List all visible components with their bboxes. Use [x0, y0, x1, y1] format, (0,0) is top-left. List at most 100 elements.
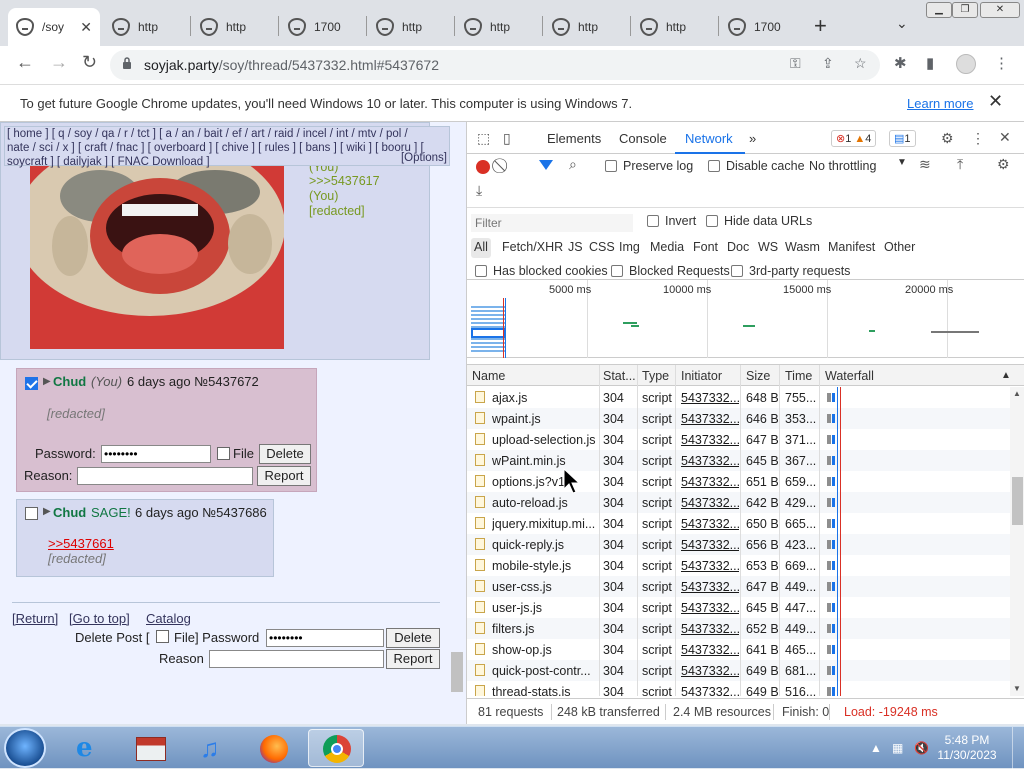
requests-scrollbar-thumb[interactable]: [1012, 477, 1023, 525]
delete-file-checkbox[interactable]: [156, 630, 169, 643]
col-time[interactable]: Time: [785, 369, 812, 383]
filter-funnel-icon[interactable]: [539, 160, 553, 170]
start-orb-icon[interactable]: [4, 728, 46, 768]
profile-avatar[interactable]: [956, 54, 976, 74]
tab-3[interactable]: http: [192, 8, 276, 46]
post-expand-arrow-icon[interactable]: ▶: [43, 376, 51, 387]
request-initiator[interactable]: 5437332...: [681, 601, 739, 615]
export-har-icon[interactable]: ⤓: [476, 182, 482, 199]
request-row[interactable]: quick-reply.js 304 script 5437332... 656 B 42…: [467, 534, 1010, 555]
col-status[interactable]: Stat...: [603, 369, 636, 383]
close-devtools-icon[interactable]: ✕: [999, 129, 1011, 146]
op-image[interactable]: [30, 166, 284, 349]
page-scrollbar-thumb[interactable]: [451, 652, 463, 692]
show-desktop-button[interactable]: [1012, 727, 1024, 769]
sort-up-icon[interactable]: ▲: [1001, 370, 1011, 381]
request-row[interactable]: filters.js 304 script 5437332... 652 B 449...: [467, 618, 1010, 639]
tab-7[interactable]: http: [544, 8, 628, 46]
request-row[interactable]: quick-post-contr... 304 script 5437332... 64…: [467, 660, 1010, 681]
type-js[interactable]: JS: [568, 240, 583, 254]
tab-9[interactable]: 1700: [720, 8, 804, 46]
request-row[interactable]: user-css.js 304 script 5437332... 647 B 449..…: [467, 576, 1010, 597]
scroll-down-icon[interactable]: ▼: [1013, 684, 1021, 693]
password-input[interactable]: [101, 445, 211, 463]
op-quote-link[interactable]: >>>5437617: [309, 174, 380, 188]
import-har-icon[interactable]: ⤒: [957, 156, 963, 173]
request-row[interactable]: auto-reload.js 304 script 5437332... 642 B 42…: [467, 492, 1010, 513]
request-row[interactable]: wpaint.js 304 script 5437332... 646 B 353...: [467, 408, 1010, 429]
request-initiator[interactable]: 5437332...: [681, 580, 739, 594]
col-waterfall[interactable]: Waterfall: [825, 369, 874, 383]
tab-console[interactable]: Console: [619, 131, 667, 146]
forward-arrow-icon[interactable]: →: [50, 52, 68, 73]
hide-data-urls-checkbox[interactable]: [706, 215, 718, 227]
address-bar[interactable]: soyjak.party/soy/thread/5437332.html#543…: [110, 50, 880, 80]
request-initiator[interactable]: 5437332...: [681, 475, 739, 489]
music-player-icon[interactable]: ♫: [184, 729, 240, 767]
type-ws[interactable]: WS: [758, 240, 778, 254]
request-initiator[interactable]: 5437332...: [681, 454, 739, 468]
delete-button[interactable]: Delete: [259, 444, 311, 464]
type-doc[interactable]: Doc: [727, 240, 749, 254]
device-toolbar-icon[interactable]: ▯: [503, 130, 511, 147]
back-arrow-icon[interactable]: ←: [16, 52, 34, 73]
network-tray-icon[interactable]: ▦: [892, 741, 903, 755]
request-row[interactable]: show-op.js 304 script 5437332... 641 B 465...: [467, 639, 1010, 660]
post-expand-arrow-icon[interactable]: ▶: [43, 506, 51, 517]
inspect-element-icon[interactable]: ⬚: [477, 130, 490, 147]
learn-more-link[interactable]: Learn more: [907, 96, 973, 111]
go-to-top-link[interactable]: [Go to top]: [69, 611, 130, 626]
invert-checkbox[interactable]: [647, 215, 659, 227]
request-initiator[interactable]: 5437332...: [681, 559, 739, 573]
throttling-dropdown-icon[interactable]: ▼: [897, 157, 907, 168]
key-icon[interactable]: ⚿: [790, 55, 801, 72]
extensions-puzzle-icon[interactable]: ✱: [894, 54, 907, 72]
col-name[interactable]: Name: [472, 369, 505, 383]
store-app-icon[interactable]: [122, 729, 178, 767]
reply-quote-link[interactable]: >>5437661: [48, 536, 114, 551]
boardnav-line-3[interactable]: soycraft ] [ dailyjak ] [ FNAC Download …: [7, 155, 447, 169]
has-blocked-cookies-checkbox[interactable]: [475, 265, 487, 277]
request-row[interactable]: upload-selection.js 304 script 5437332... 64…: [467, 429, 1010, 450]
tab-network[interactable]: Network: [685, 131, 733, 146]
request-initiator[interactable]: 5437332...: [681, 517, 739, 531]
request-initiator[interactable]: 5437332...: [681, 496, 739, 510]
issues-badge[interactable]: ⊗1 ▲4: [831, 130, 877, 147]
request-initiator[interactable]: 5437332...: [681, 664, 739, 678]
request-initiator[interactable]: 5437332...: [681, 433, 739, 447]
tab-2[interactable]: http: [104, 8, 188, 46]
file-checkbox[interactable]: [217, 447, 230, 460]
system-clock[interactable]: 5:48 PM 11/30/2023: [936, 733, 998, 763]
request-row[interactable]: jquery.mixitup.mi... 304 script 5437332... 6…: [467, 513, 1010, 534]
type-other[interactable]: Other: [884, 240, 915, 254]
footer-reason-input[interactable]: [209, 650, 384, 668]
request-initiator[interactable]: 5437332...: [681, 622, 739, 636]
record-icon[interactable]: [476, 160, 490, 174]
boardnav-line-1[interactable]: [ home ] [ q / soy / qa / r / tct ] [ a …: [7, 127, 447, 141]
side-panel-icon[interactable]: ▮: [926, 54, 934, 72]
reason-input[interactable]: [77, 467, 253, 485]
throttling-select[interactable]: No throttling: [809, 159, 876, 173]
options-link[interactable]: [Options]: [401, 151, 447, 165]
overview-selection[interactable]: [471, 328, 505, 338]
col-size[interactable]: Size: [746, 369, 770, 383]
boardnav-line-2[interactable]: nate / sci / x ] [ craft / fnac ] [ over…: [7, 141, 447, 155]
chrome-taskbar-icon[interactable]: [308, 729, 364, 767]
tab-search-chevron-icon[interactable]: ⌄: [896, 15, 908, 32]
col-initiator[interactable]: Initiator: [681, 369, 722, 383]
type-manifest[interactable]: Manifest: [828, 240, 875, 254]
search-icon[interactable]: ⌕: [569, 156, 577, 173]
messages-badge[interactable]: ▤1: [889, 130, 916, 147]
request-initiator[interactable]: 5437332...: [681, 538, 739, 552]
reload-icon[interactable]: ↻: [82, 52, 97, 73]
request-row[interactable]: options.js?v1 304 script 5437332... 651 B 659…: [467, 471, 1010, 492]
post-select-checkbox[interactable]: [25, 507, 38, 520]
catalog-link[interactable]: Catalog: [146, 611, 191, 626]
tray-expand-icon[interactable]: ▲: [870, 741, 882, 755]
footer-report-button[interactable]: Report: [386, 649, 440, 669]
scroll-up-icon[interactable]: ▲: [1013, 389, 1021, 398]
request-row[interactable]: mobile-style.js 304 script 5437332... 653 B 6…: [467, 555, 1010, 576]
type-img[interactable]: Img: [619, 240, 640, 254]
network-conditions-icon[interactable]: ≋: [919, 156, 931, 173]
type-media[interactable]: Media: [650, 240, 684, 254]
